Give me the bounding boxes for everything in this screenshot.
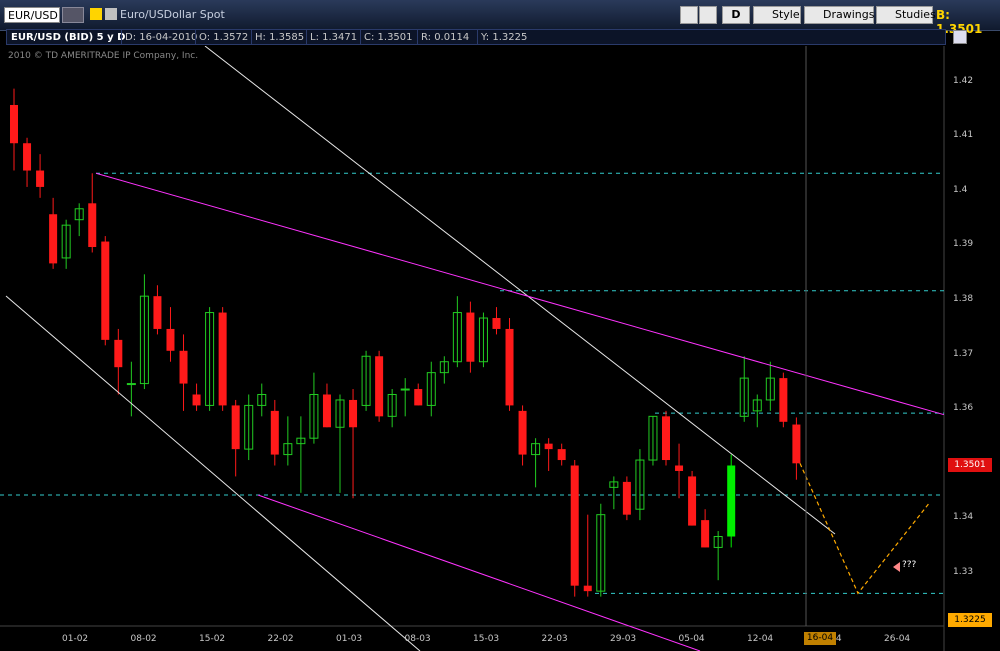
candle-body [179,350,188,384]
date-tick-label: 29-03 [610,634,637,644]
y-value: Y: 1.3225 [481,32,528,43]
candle-body [505,328,514,406]
candle-body [466,312,475,362]
candle-body [114,339,123,368]
style-button[interactable]: Style [753,6,801,24]
price-tick-label: 1.33 [953,567,974,578]
date-value: D: 16-04-2010 [125,32,198,43]
candle-body [36,170,45,187]
date-tick-label: 01-03 [336,634,363,644]
candle-body [662,416,670,461]
annotation-arrow-icon [893,562,900,572]
date-tick-label: 08-02 [130,634,157,644]
channel-upper-line [204,46,836,535]
symbol-input[interactable]: EUR/USD [4,7,60,23]
candle-body [727,465,736,537]
price-tick-label: 1.38 [953,293,974,304]
price-tick-label: 1.39 [953,239,974,250]
candle-body [88,203,97,248]
price-tick-label: 1.41 [953,130,974,141]
channel-lower-line [5,295,421,651]
candle-body [518,410,527,455]
candle-body [544,443,553,450]
price-tick-label: 1.34 [953,512,974,523]
candle-body [792,424,801,464]
crosshair-tool-button[interactable] [680,6,698,24]
date-tick-label: 05-04 [678,634,705,644]
candle-body [557,449,566,461]
magnifier-tool-button[interactable] [699,6,717,24]
date-tick-label: 01-02 [62,634,89,644]
flag-icon[interactable] [90,8,102,20]
date-tick-label: 15-02 [199,634,226,644]
date-tick-label: 26-04 [884,634,911,644]
candle-body [701,520,710,548]
open-value: O: 1.3572 [199,32,249,43]
candle-body [192,394,201,406]
candle-body [583,585,592,592]
price-tick-label: 1.4 [953,184,968,195]
candle-body [49,214,58,264]
candle-body [23,143,32,171]
candle-body [570,465,579,586]
period-button[interactable]: D [722,6,750,24]
candle-body [270,410,279,455]
candle-body [779,378,788,422]
high-value: H: 1.3585 [255,32,305,43]
price-tick-label: 1.37 [953,348,974,359]
symbol-lookup-button[interactable] [62,7,84,23]
candle-body [126,383,136,386]
question-annotation: ??? [902,560,917,570]
candle-body [10,104,18,144]
copyright-text: 2010 © TD AMERITRADE IP Company, Inc. [8,51,199,61]
candle-body [675,465,684,471]
date-tick-label: 22-02 [267,634,294,644]
info-bar: EUR/USD (BID) 5 y D D: 16-04-2010 O: 1.3… [6,29,946,45]
lower-trendline [257,494,701,651]
symbol-description: Euro/USDollar Spot [120,8,225,21]
candle-body [231,405,240,450]
candle-body [153,296,162,329]
studies-button[interactable]: Studies [876,6,936,24]
date-cursor-tag: 16-04 [804,632,836,645]
price-tick-label: 1.42 [953,75,974,86]
candle-body [688,476,697,526]
price-tick-label: 1.36 [953,403,974,414]
date-tick-label: 08-03 [404,634,431,644]
candle-body [101,241,110,340]
candle-body [375,356,384,417]
chart-settings-button[interactable] [953,30,967,44]
candle-body [492,318,501,329]
drawings-button[interactable]: Drawings [804,6,874,24]
candle-body [400,388,410,391]
low-value: L: 1.3471 [310,32,358,43]
grid-icon[interactable] [105,8,117,20]
date-tick-label: 12-04 [747,634,774,644]
last-price-tag: 1.3501 [948,458,992,472]
candle-body [218,312,227,406]
toolbar: EUR/USD Euro/USDollar Spot D Style Drawi… [0,0,1000,36]
projection-path [799,463,931,595]
candle-body [322,394,331,428]
price-chart[interactable] [0,46,945,651]
candle-body [349,399,358,428]
date-tick-label: 22-03 [541,634,568,644]
y-level-tag: 1.3225 [948,613,992,627]
range-value: R: 0.0114 [421,32,470,43]
date-tick-label: 15-03 [473,634,500,644]
candle-body [166,328,175,351]
close-value: C: 1.3501 [364,32,413,43]
instrument-label: EUR/USD (BID) 5 y D [11,32,126,43]
candle-body [414,389,423,406]
candle-body [622,481,631,515]
